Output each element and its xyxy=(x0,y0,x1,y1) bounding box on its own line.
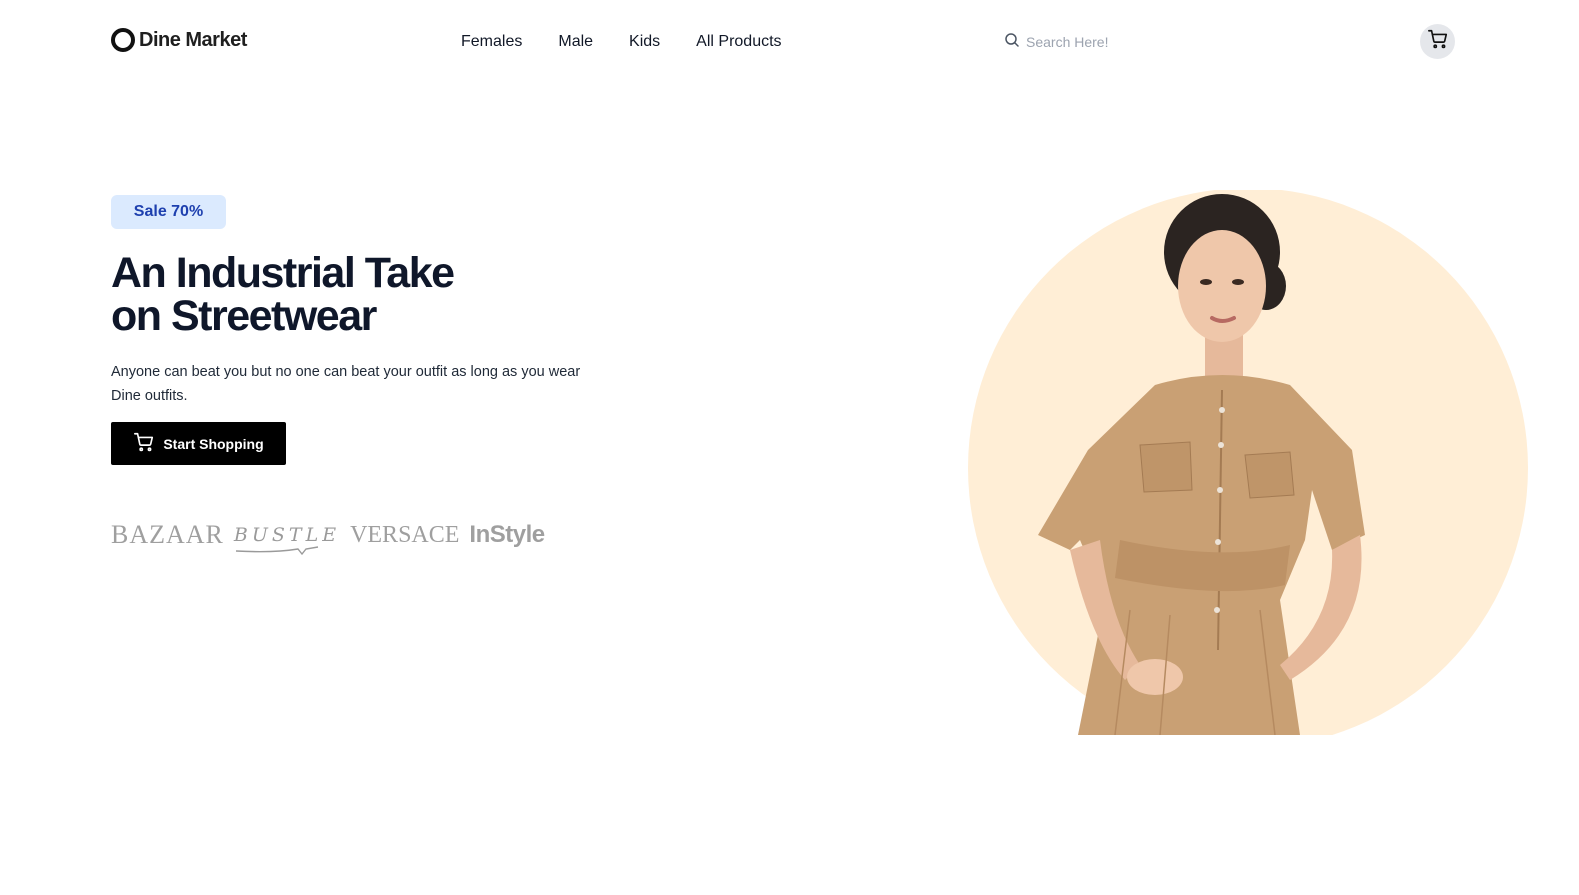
page: Dine Market Females Male Kids All Produc… xyxy=(0,0,1579,895)
nav-item-females[interactable]: Females xyxy=(461,32,522,52)
cart-icon xyxy=(1427,28,1449,55)
start-shopping-label: Start Shopping xyxy=(163,435,264,452)
headline-line-2: on Streetwear xyxy=(111,292,377,340)
logo-text: Dine Market xyxy=(139,28,247,51)
brand-logo-bazaar: BAZAAR xyxy=(111,520,224,549)
brand-logo-bustle-text: BUSTLE xyxy=(233,524,341,546)
logo[interactable]: Dine Market xyxy=(111,28,247,52)
main-nav: Females Male Kids All Products xyxy=(461,32,818,52)
search-input[interactable] xyxy=(1026,34,1286,50)
brand-logo-instyle: InStyle xyxy=(469,521,545,548)
start-shopping-button[interactable]: Start Shopping xyxy=(111,422,286,465)
sale-badge: Sale 70% xyxy=(111,195,226,229)
cart-icon xyxy=(133,431,155,456)
hero-image xyxy=(960,190,1560,735)
nav-item-all-products[interactable]: All Products xyxy=(696,32,781,52)
nav-item-male[interactable]: Male xyxy=(558,32,593,52)
brand-logo-versace: VERSACE xyxy=(350,521,460,548)
brand-logos: BAZAAR BUSTLE VERSACE InStyle xyxy=(111,518,545,556)
headline-line-1: An Industrial Take xyxy=(111,249,455,297)
cart-button[interactable] xyxy=(1420,24,1455,59)
brand-logo-bustle: BUSTLE xyxy=(233,524,341,556)
nav-item-kids[interactable]: Kids xyxy=(629,32,660,52)
logo-ring-icon xyxy=(111,28,135,52)
hero-headline: An Industrial Take on Streetwear xyxy=(111,252,531,338)
search-icon xyxy=(1004,32,1020,53)
hero-subtext: Anyone can beat you but no one can beat … xyxy=(111,364,581,404)
model-illustration xyxy=(968,190,1528,735)
search-bar xyxy=(1004,30,1304,54)
